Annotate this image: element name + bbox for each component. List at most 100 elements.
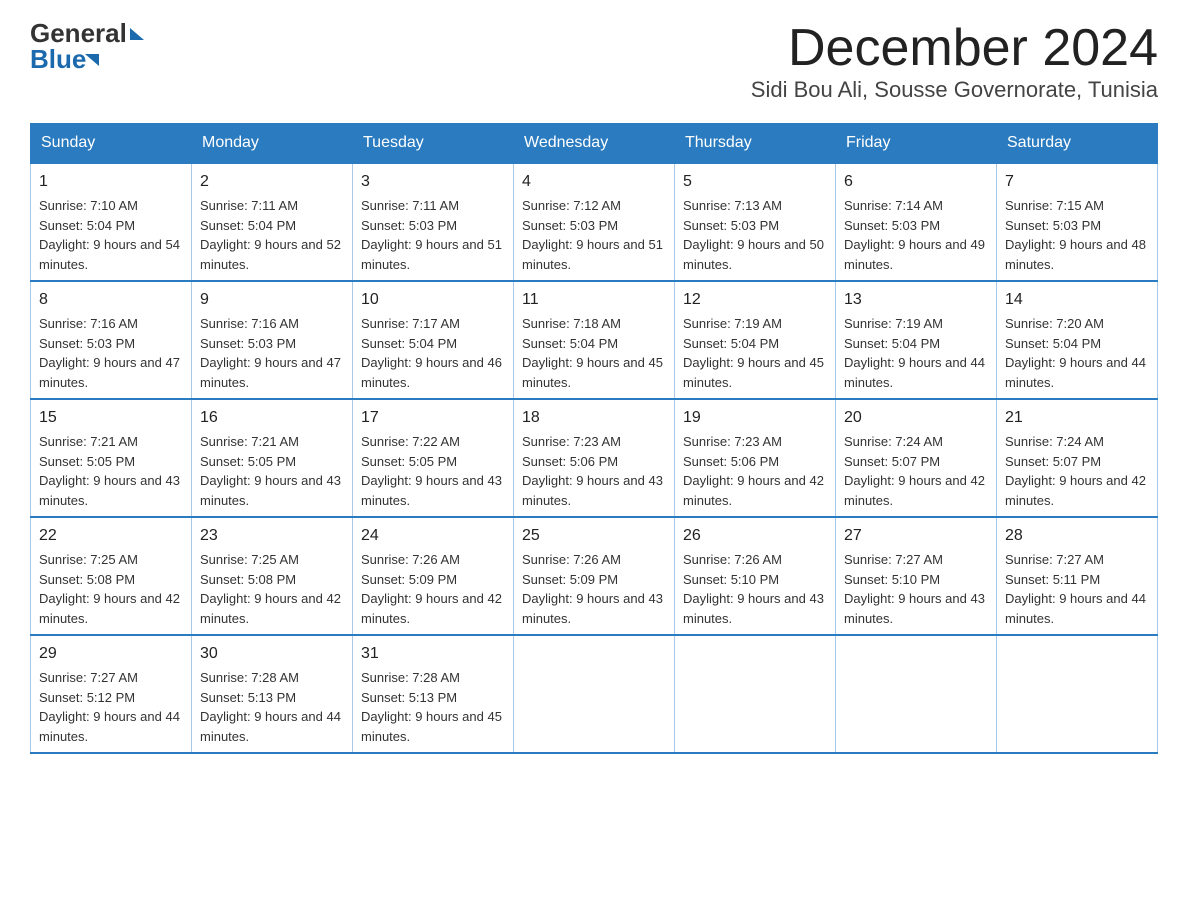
calendar-day-cell: 24 Sunrise: 7:26 AMSunset: 5:09 PMDayligh… [353,517,514,635]
calendar-day-cell: 20Sunrise: 7:24 AMSunset: 5:07 PMDayligh… [836,399,997,517]
calendar-day-cell: 3Sunrise: 7:11 AMSunset: 5:03 PMDaylight… [353,163,514,281]
calendar-day-cell: 25Sunrise: 7:26 AMSunset: 5:09 PMDayligh… [514,517,675,635]
day-info: Sunrise: 7:20 AMSunset: 5:04 PMDaylight:… [1005,316,1146,390]
day-number: 30 [200,642,344,666]
day-info: Sunrise: 7:15 AMSunset: 5:03 PMDaylight:… [1005,198,1146,272]
day-number: 3 [361,170,505,194]
calendar-day-cell: 18Sunrise: 7:23 AMSunset: 5:06 PMDayligh… [514,399,675,517]
calendar-day-cell [836,635,997,753]
day-number: 18 [522,406,666,430]
day-info: Sunrise: 7:27 AMSunset: 5:10 PMDaylight:… [844,552,985,626]
day-info: Sunrise: 7:22 AMSunset: 5:05 PMDaylight:… [361,434,502,508]
calendar-day-cell: 11Sunrise: 7:18 AMSunset: 5:04 PMDayligh… [514,281,675,399]
day-number: 12 [683,288,827,312]
calendar-day-cell: 16 Sunrise: 7:21 AMSunset: 5:05 PMDayligh… [192,399,353,517]
calendar-day-cell: 17Sunrise: 7:22 AMSunset: 5:05 PMDayligh… [353,399,514,517]
calendar-day-cell: 29 Sunrise: 7:27 AMSunset: 5:12 PMDayligh… [31,635,192,753]
calendar-day-cell: 10 Sunrise: 7:17 AMSunset: 5:04 PMDayligh… [353,281,514,399]
day-number: 27 [844,524,988,548]
day-info: Sunrise: 7:24 AMSunset: 5:07 PMDaylight:… [1005,434,1146,508]
day-info: Sunrise: 7:14 AMSunset: 5:03 PMDaylight:… [844,198,985,272]
day-number: 28 [1005,524,1149,548]
calendar-day-cell: 31 Sunrise: 7:28 AMSunset: 5:13 PMDayligh… [353,635,514,753]
day-number: 22 [39,524,183,548]
day-info: Sunrise: 7:19 AMSunset: 5:04 PMDaylight:… [683,316,824,390]
location-title: Sidi Bou Ali, Sousse Governorate, Tunisi… [751,77,1158,103]
weekday-header-row: SundayMondayTuesdayWednesdayThursdayFrid… [31,124,1158,164]
day-number: 20 [844,406,988,430]
day-number: 8 [39,288,183,312]
day-number: 2 [200,170,344,194]
calendar-week-row: 29 Sunrise: 7:27 AMSunset: 5:12 PMDayligh… [31,635,1158,753]
day-number: 25 [522,524,666,548]
day-info: Sunrise: 7:11 AMSunset: 5:04 PMDaylight:… [200,198,341,272]
calendar-day-cell: 23 Sunrise: 7:25 AMSunset: 5:08 PMDayligh… [192,517,353,635]
day-info: Sunrise: 7:25 AMSunset: 5:08 PMDaylight:… [200,552,341,626]
day-info: Sunrise: 7:23 AMSunset: 5:06 PMDaylight:… [683,434,824,508]
weekday-header-saturday: Saturday [997,124,1158,164]
calendar-day-cell: 12 Sunrise: 7:19 AMSunset: 5:04 PMDayligh… [675,281,836,399]
day-number: 19 [683,406,827,430]
calendar-day-cell: 15 Sunrise: 7:21 AMSunset: 5:05 PMDayligh… [31,399,192,517]
calendar-day-cell: 9Sunrise: 7:16 AMSunset: 5:03 PMDaylight… [192,281,353,399]
day-info: Sunrise: 7:27 AMSunset: 5:12 PMDaylight:… [39,670,180,744]
weekday-header-wednesday: Wednesday [514,124,675,164]
title-section: December 2024 Sidi Bou Ali, Sousse Gover… [751,20,1158,103]
day-info: Sunrise: 7:28 AMSunset: 5:13 PMDaylight:… [200,670,341,744]
day-info: Sunrise: 7:17 AMSunset: 5:04 PMDaylight:… [361,316,502,390]
day-info: Sunrise: 7:18 AMSunset: 5:04 PMDaylight:… [522,316,663,390]
day-info: Sunrise: 7:25 AMSunset: 5:08 PMDaylight:… [39,552,180,626]
calendar-week-row: 1Sunrise: 7:10 AMSunset: 5:04 PMDaylight… [31,163,1158,281]
day-info: Sunrise: 7:26 AMSunset: 5:10 PMDaylight:… [683,552,824,626]
calendar-day-cell: 22 Sunrise: 7:25 AMSunset: 5:08 PMDayligh… [31,517,192,635]
calendar-week-row: 22 Sunrise: 7:25 AMSunset: 5:08 PMDayligh… [31,517,1158,635]
weekday-header-friday: Friday [836,124,997,164]
calendar-day-cell: 7 Sunrise: 7:15 AMSunset: 5:03 PMDaylight… [997,163,1158,281]
day-number: 26 [683,524,827,548]
header: General Blue December 2024 Sidi Bou Ali,… [30,20,1158,103]
day-number: 21 [1005,406,1149,430]
calendar-day-cell: 14 Sunrise: 7:20 AMSunset: 5:04 PMDayligh… [997,281,1158,399]
day-number: 14 [1005,288,1149,312]
day-info: Sunrise: 7:21 AMSunset: 5:05 PMDaylight:… [200,434,341,508]
day-number: 31 [361,642,505,666]
day-info: Sunrise: 7:13 AMSunset: 5:03 PMDaylight:… [683,198,824,272]
day-number: 7 [1005,170,1149,194]
logo: General Blue [30,20,144,72]
day-number: 24 [361,524,505,548]
calendar-day-cell: 30 Sunrise: 7:28 AMSunset: 5:13 PMDayligh… [192,635,353,753]
day-info: Sunrise: 7:12 AMSunset: 5:03 PMDaylight:… [522,198,663,272]
day-info: Sunrise: 7:19 AMSunset: 5:04 PMDaylight:… [844,316,985,390]
day-number: 10 [361,288,505,312]
month-title: December 2024 [751,20,1158,77]
day-number: 29 [39,642,183,666]
day-number: 1 [39,170,183,194]
calendar-day-cell: 19 Sunrise: 7:23 AMSunset: 5:06 PMDayligh… [675,399,836,517]
calendar-day-cell: 6 Sunrise: 7:14 AMSunset: 5:03 PMDaylight… [836,163,997,281]
day-info: Sunrise: 7:26 AMSunset: 5:09 PMDaylight:… [361,552,502,626]
calendar-day-cell: 5Sunrise: 7:13 AMSunset: 5:03 PMDaylight… [675,163,836,281]
calendar-day-cell: 8 Sunrise: 7:16 AMSunset: 5:03 PMDaylight… [31,281,192,399]
day-info: Sunrise: 7:28 AMSunset: 5:13 PMDaylight:… [361,670,502,744]
calendar-day-cell: 26 Sunrise: 7:26 AMSunset: 5:10 PMDayligh… [675,517,836,635]
weekday-header-monday: Monday [192,124,353,164]
weekday-header-sunday: Sunday [31,124,192,164]
day-number: 23 [200,524,344,548]
day-number: 6 [844,170,988,194]
calendar-day-cell: 4 Sunrise: 7:12 AMSunset: 5:03 PMDaylight… [514,163,675,281]
calendar-week-row: 8 Sunrise: 7:16 AMSunset: 5:03 PMDaylight… [31,281,1158,399]
logo-blue-text: Blue [30,46,86,72]
logo-triangle-icon [130,28,144,40]
day-info: Sunrise: 7:27 AMSunset: 5:11 PMDaylight:… [1005,552,1146,626]
day-number: 16 [200,406,344,430]
calendar-day-cell [514,635,675,753]
day-number: 9 [200,288,344,312]
day-info: Sunrise: 7:16 AMSunset: 5:03 PMDaylight:… [39,316,180,390]
day-info: Sunrise: 7:21 AMSunset: 5:05 PMDaylight:… [39,434,180,508]
calendar-day-cell: 2 Sunrise: 7:11 AMSunset: 5:04 PMDaylight… [192,163,353,281]
calendar-day-cell: 27 Sunrise: 7:27 AMSunset: 5:10 PMDayligh… [836,517,997,635]
day-number: 4 [522,170,666,194]
calendar-day-cell: 13Sunrise: 7:19 AMSunset: 5:04 PMDayligh… [836,281,997,399]
day-number: 15 [39,406,183,430]
logo-triangle2-icon [85,54,99,66]
